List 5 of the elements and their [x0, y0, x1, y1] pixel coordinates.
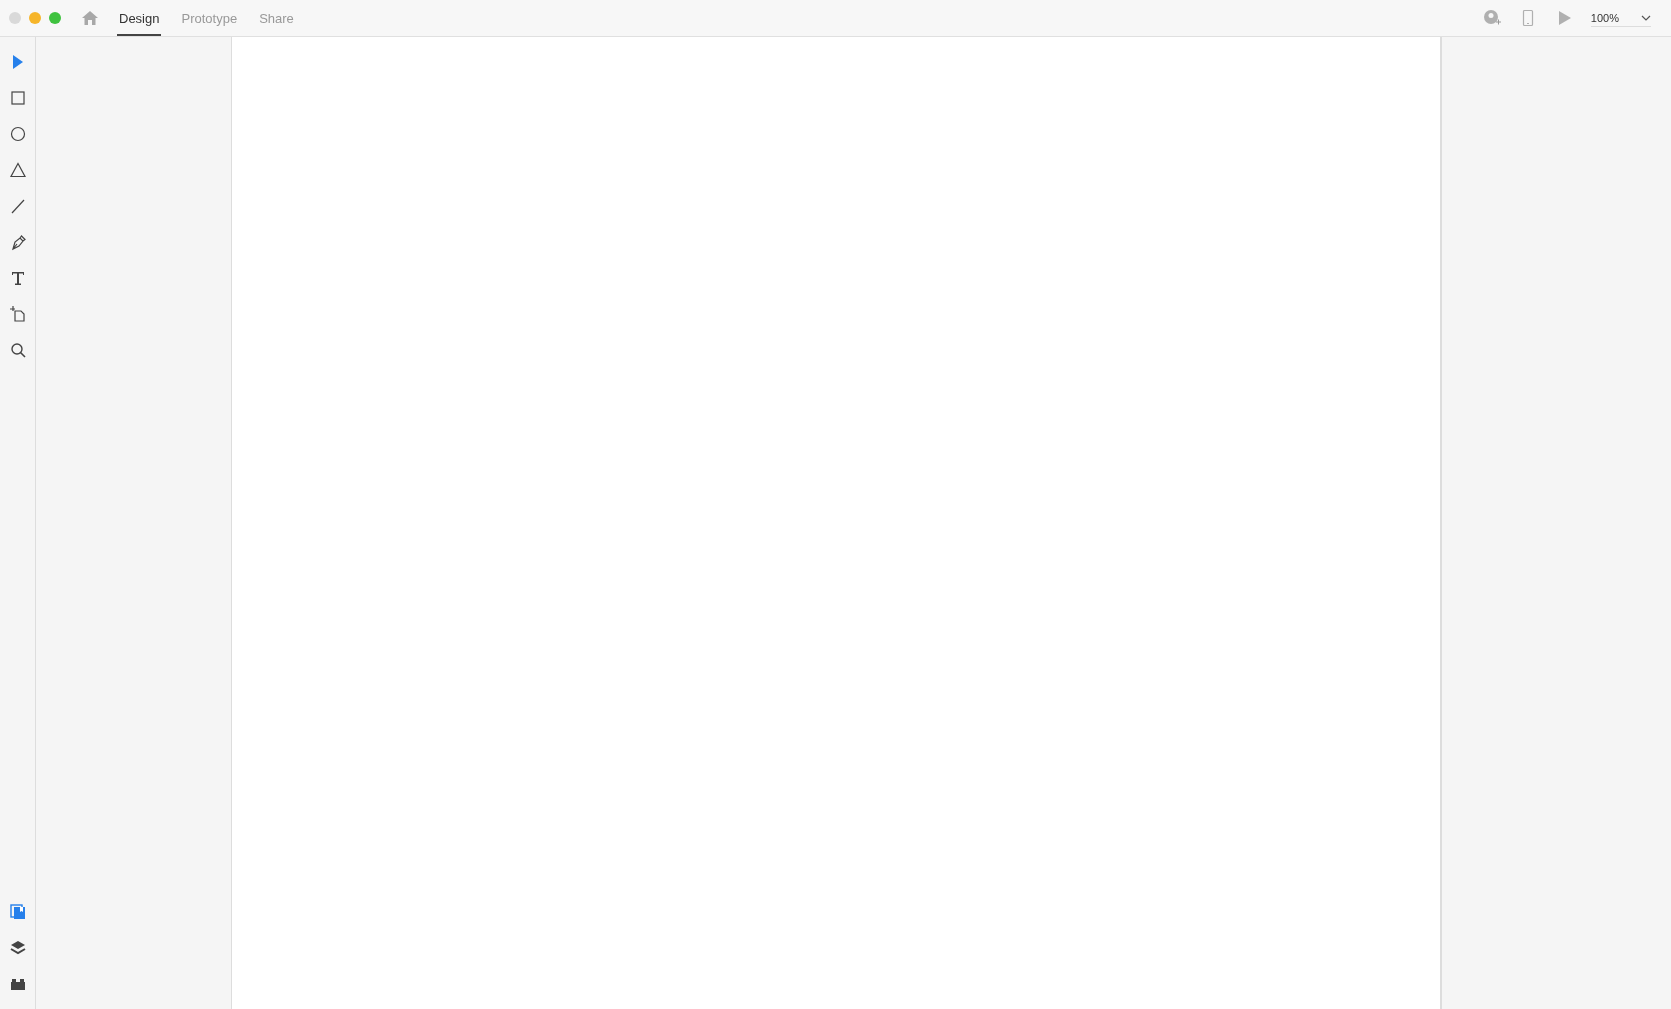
- zoom-dropdown[interactable]: 100%: [1590, 9, 1651, 27]
- add-user-icon[interactable]: [1482, 9, 1501, 27]
- chevron-down-icon: [1641, 14, 1651, 21]
- maximize-window-button[interactable]: [49, 12, 61, 24]
- home-icon[interactable]: [81, 9, 99, 27]
